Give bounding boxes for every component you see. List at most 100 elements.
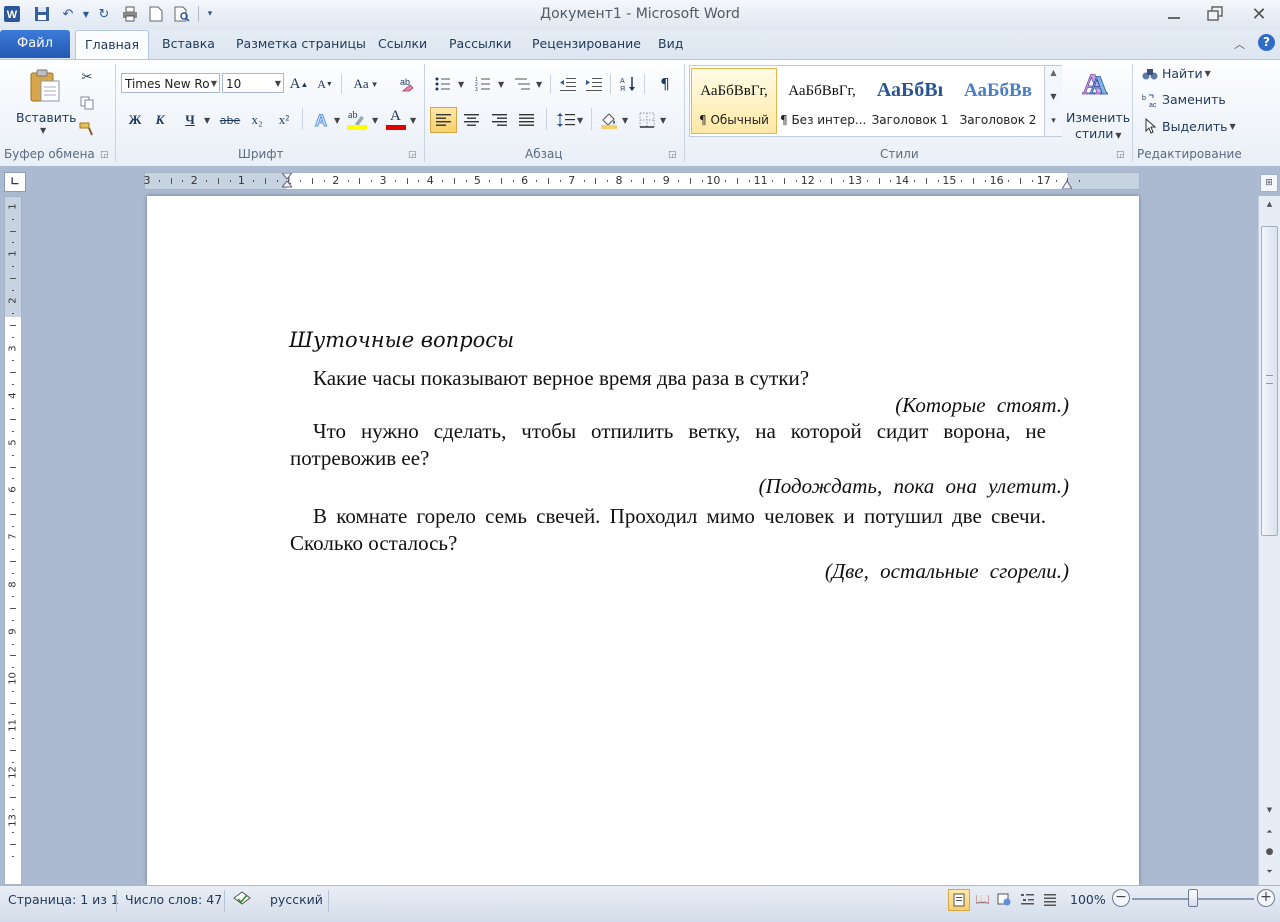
replace-button[interactable]: b ac Заменить: [1142, 92, 1226, 107]
styles-launcher-icon[interactable]: ◲: [1116, 150, 1125, 160]
tab-view[interactable]: Вид: [658, 36, 683, 51]
close-icon[interactable]: ✕: [1242, 2, 1276, 26]
underline-dropdown-icon[interactable]: ▼: [204, 116, 210, 125]
italic-button[interactable]: К: [150, 109, 170, 131]
change-case-button[interactable]: Aa ▼: [350, 73, 382, 95]
paste-button[interactable]: Вставить: [16, 110, 77, 125]
numbering-dropdown-icon[interactable]: ▼: [498, 80, 504, 89]
language-indicator[interactable]: русский: [270, 892, 323, 907]
bold-button[interactable]: Ж: [125, 109, 145, 131]
print-layout-view-icon[interactable]: [948, 889, 970, 911]
tab-file[interactable]: Файл: [0, 30, 70, 58]
browse-object-icon[interactable]: ●: [1261, 844, 1278, 860]
scroll-up-icon[interactable]: ▲: [1261, 196, 1278, 212]
superscript-button[interactable]: x²: [273, 109, 295, 131]
styles-more-icon[interactable]: ▾: [1045, 116, 1062, 126]
borders-icon[interactable]: [636, 109, 658, 131]
help-icon[interactable]: ?: [1258, 34, 1275, 51]
document-page[interactable]: Шуточные вопросы Какие часы показывают в…: [147, 196, 1139, 885]
align-right-icon[interactable]: [489, 109, 511, 131]
tab-mailings[interactable]: Рассылки: [449, 36, 511, 51]
zoom-in-icon[interactable]: +: [1257, 889, 1275, 907]
font-launcher-icon[interactable]: ◲: [408, 150, 417, 160]
clear-formatting-icon[interactable]: ab: [396, 73, 418, 95]
line-spacing-icon[interactable]: [555, 109, 577, 131]
vertical-ruler[interactable]: 1 1 2 3 4 5 6 7 8 9 10 11 12 13: [4, 196, 22, 885]
page-count[interactable]: Страница: 1 из 1: [8, 892, 119, 907]
proofing-icon[interactable]: [232, 890, 254, 911]
decrease-indent-icon[interactable]: [557, 73, 579, 95]
increase-indent-icon[interactable]: [583, 73, 605, 95]
subscript-button[interactable]: x₂: [246, 109, 268, 131]
styles-scroll-up-icon[interactable]: ▲: [1045, 68, 1062, 77]
tab-insert[interactable]: Вставка: [162, 36, 215, 51]
zoom-out-icon[interactable]: −: [1112, 889, 1130, 907]
shrink-font-button[interactable]: A ▼: [316, 73, 334, 95]
cut-icon[interactable]: ✂: [76, 66, 98, 88]
shading-dropdown-icon[interactable]: ▼: [622, 116, 628, 125]
change-styles-label-1[interactable]: Изменить: [1066, 110, 1130, 125]
borders-dropdown-icon[interactable]: ▼: [660, 116, 666, 125]
full-screen-reading-icon[interactable]: 📖: [975, 892, 990, 906]
outline-view-icon[interactable]: [1020, 892, 1034, 909]
next-page-icon[interactable]: ⏷: [1261, 864, 1278, 880]
select-button[interactable]: Выделить ▼: [1142, 118, 1236, 134]
highlight-dropdown-icon[interactable]: ▼: [372, 116, 378, 125]
sort-icon[interactable]: AЯ: [617, 73, 639, 95]
web-layout-icon[interactable]: [997, 892, 1011, 909]
change-styles-button[interactable]: стили ▼: [1075, 126, 1122, 141]
strikethrough-button[interactable]: abe: [218, 109, 242, 131]
indent-marker-icon[interactable]: [280, 172, 294, 189]
scroll-thumb[interactable]: [1261, 226, 1278, 536]
find-button[interactable]: Найти ▼: [1142, 66, 1211, 81]
font-color-button[interactable]: A: [384, 108, 408, 132]
previous-page-icon[interactable]: ⏶: [1261, 824, 1278, 840]
text-effects-dropdown-icon[interactable]: ▼: [334, 116, 340, 125]
font-name-combo[interactable]: Times New Ro ▼: [121, 73, 220, 93]
style-no-spacing[interactable]: АаБбВвГг, ¶ Без интер...: [779, 68, 866, 134]
tab-selector-button[interactable]: ∟: [4, 172, 26, 192]
restore-icon[interactable]: [1198, 2, 1232, 26]
tab-page-layout[interactable]: Разметка страницы: [236, 36, 366, 51]
tab-review[interactable]: Рецензирование: [532, 36, 641, 51]
change-styles-icon[interactable]: AA: [1078, 66, 1112, 103]
paste-dropdown-icon[interactable]: ▼: [40, 126, 46, 135]
vertical-scrollbar[interactable]: ▲ ▼ ⏶ ● ⏷: [1258, 196, 1280, 885]
numbering-icon[interactable]: 123: [472, 73, 494, 95]
bullets-icon[interactable]: [432, 73, 454, 95]
bullets-dropdown-icon[interactable]: ▼: [458, 80, 464, 89]
highlight-button[interactable]: ab: [345, 108, 369, 132]
shading-icon[interactable]: [598, 109, 620, 131]
collapse-ribbon-icon[interactable]: ︿: [1234, 36, 1245, 52]
style-heading-1[interactable]: АаБбВı Заголовок 1: [867, 68, 953, 134]
paste-icon[interactable]: [28, 68, 62, 107]
styles-scroll-down-icon[interactable]: ▼: [1045, 92, 1062, 101]
horizontal-ruler[interactable]: 3 2 1 1 2 3 4 5 6 7 8 9 10 11 12 13 14 15 16 17: [144, 172, 1140, 190]
clipboard-launcher-icon[interactable]: ◲: [100, 150, 109, 160]
tab-home[interactable]: Главная: [75, 30, 149, 61]
tab-references[interactable]: Ссылки: [378, 36, 427, 51]
align-center-icon[interactable]: [461, 109, 483, 131]
minimize-icon[interactable]: [1157, 2, 1191, 26]
view-ruler-icon[interactable]: ⊞: [1260, 174, 1278, 192]
zoom-level[interactable]: 100%: [1070, 892, 1106, 907]
justify-icon[interactable]: [516, 109, 538, 131]
format-painter-icon[interactable]: [76, 118, 98, 140]
font-name-dropdown-icon[interactable]: ▼: [211, 74, 217, 94]
align-left-button[interactable]: [430, 107, 457, 133]
font-size-combo[interactable]: 10 ▼: [222, 73, 284, 93]
style-heading-2[interactable]: АаБбВв Заголовок 2: [955, 68, 1041, 134]
paragraph-launcher-icon[interactable]: ◲: [668, 150, 677, 160]
show-formatting-button[interactable]: ¶: [654, 73, 676, 95]
line-spacing-dropdown-icon[interactable]: ▼: [577, 116, 583, 125]
multilevel-dropdown-icon[interactable]: ▼: [536, 80, 542, 89]
font-color-dropdown-icon[interactable]: ▼: [410, 116, 416, 125]
right-indent-marker-icon[interactable]: [1061, 177, 1073, 190]
scroll-down-icon[interactable]: ▼: [1261, 802, 1278, 818]
multilevel-list-icon[interactable]: [512, 73, 534, 95]
font-size-dropdown-icon[interactable]: ▼: [275, 74, 281, 94]
grow-font-button[interactable]: A ▲: [290, 73, 309, 95]
style-normal[interactable]: АаБбВвГг, ¶ Обычный: [691, 68, 777, 134]
copy-icon[interactable]: [76, 92, 98, 114]
draft-view-icon[interactable]: [1043, 892, 1057, 909]
